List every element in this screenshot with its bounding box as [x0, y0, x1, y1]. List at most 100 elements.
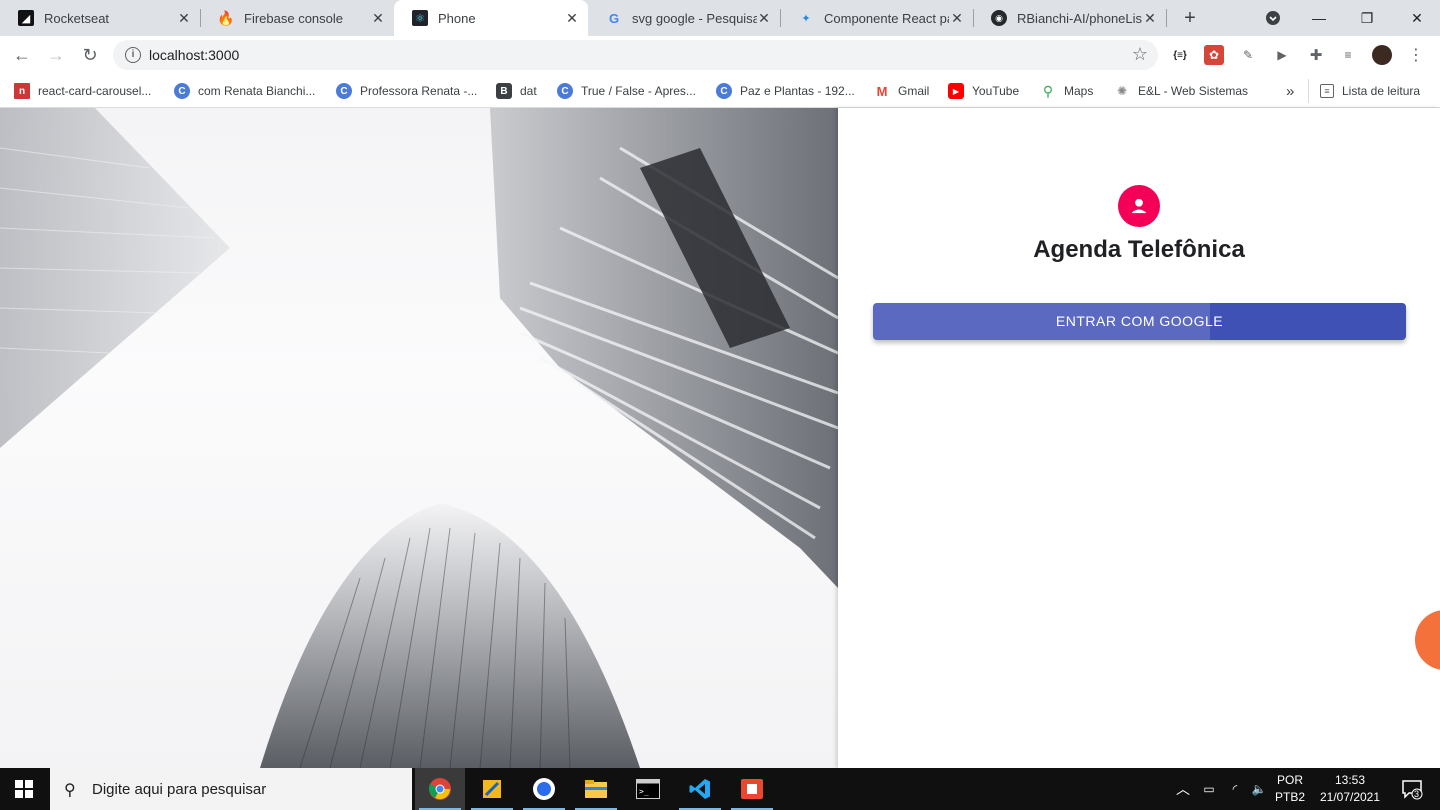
media-control-icon[interactable]: ≡: [1338, 45, 1358, 65]
address-bar[interactable]: i localhost:3000 ☆: [113, 40, 1158, 70]
bookmark-label: dat: [520, 84, 537, 98]
colorzilla-extension-icon[interactable]: ✿: [1204, 45, 1224, 65]
c-icon: C: [174, 83, 190, 99]
keyboard-layout: PTB2: [1274, 790, 1305, 804]
bookmark-label: com Renata Bianchi...: [198, 84, 316, 98]
skyscrapers-background-image: [0, 108, 838, 768]
language-indicator[interactable]: POR PTB2: [1272, 768, 1308, 810]
login-panel: Agenda Telefônica ENTRAR COM GOOGLE: [838, 108, 1440, 768]
forward-arrow-icon[interactable]: →: [44, 43, 68, 67]
close-icon[interactable]: ✕: [564, 10, 580, 26]
tab-rocketseat[interactable]: ◢ Rocketseat ✕: [0, 0, 200, 36]
url-text[interactable]: localhost:3000: [149, 47, 239, 63]
windows-taskbar: ⚲ Digite aqui para pesquisar >_ ︿ ▭ ◜ 🔈 …: [0, 768, 1440, 810]
el-icon: ✺: [1116, 84, 1128, 98]
bookmark-label: Paz e Plantas - 192...: [740, 84, 855, 98]
back-arrow-icon[interactable]: ←: [10, 43, 34, 67]
bookmark-maps[interactable]: ⚲ Maps: [1040, 81, 1093, 101]
tab-title: Phone: [438, 10, 476, 26]
vscode-taskbar-icon[interactable]: [675, 768, 725, 810]
c-icon: C: [336, 83, 352, 99]
bookmark-true-false[interactable]: C True / False - Apres...: [557, 81, 696, 101]
bookmark-el-web-sistemas[interactable]: ✺ E&L - Web Sistemas: [1114, 81, 1248, 101]
reading-list-button[interactable]: ≡ Lista de leitura: [1320, 81, 1420, 101]
video-extension-icon[interactable]: ▶: [1272, 45, 1292, 65]
json-viewer-extension-icon[interactable]: {≡}: [1170, 45, 1190, 65]
tab-phone[interactable]: ⚛ Phone ✕: [394, 0, 588, 36]
profile-avatar[interactable]: [1372, 45, 1392, 65]
tab-firebase[interactable]: 🔥 Firebase console ✕: [200, 0, 394, 36]
tab-title: Firebase console: [244, 10, 343, 26]
bookmark-gmail[interactable]: M Gmail: [874, 81, 930, 101]
eyedropper-extension-icon[interactable]: ✎: [1238, 45, 1258, 65]
tab-google-search[interactable]: G svg google - Pesquisa ✕: [588, 0, 780, 36]
close-icon[interactable]: ✕: [949, 10, 965, 26]
file-explorer-taskbar-icon[interactable]: [571, 768, 621, 810]
search-placeholder: Digite aqui para pesquisar: [92, 780, 267, 798]
notification-count: 3: [1414, 789, 1420, 799]
window-close-icon[interactable]: ✕: [1394, 0, 1440, 36]
rocketseat-icon: ◢: [18, 10, 34, 26]
more-menu-icon[interactable]: ⋮: [1406, 45, 1426, 65]
youtube-icon: ▶: [948, 83, 964, 99]
extensions-puzzle-icon[interactable]: ✚: [1306, 45, 1326, 65]
c-icon: C: [716, 83, 732, 99]
pencil-app-taskbar-icon[interactable]: [467, 768, 517, 810]
restore-icon[interactable]: ❐: [1344, 0, 1390, 36]
tab-search-icon[interactable]: [1250, 0, 1296, 36]
minimize-icon[interactable]: —: [1296, 0, 1342, 36]
bookmarks-bar: n react-card-carousel... C com Renata Bi…: [0, 74, 1440, 108]
bookmark-label: react-card-carousel...: [38, 84, 152, 98]
screen-recorder-taskbar-icon[interactable]: [727, 768, 777, 810]
bookmark-label: Gmail: [898, 84, 930, 98]
tab-title: Componente React pa: [824, 10, 949, 26]
bookmark-label: Maps: [1064, 84, 1094, 98]
firebase-icon: 🔥: [217, 9, 235, 26]
close-icon[interactable]: ✕: [370, 10, 386, 26]
windows-start-icon[interactable]: [0, 768, 48, 810]
language-code: POR: [1276, 773, 1303, 787]
page-title: Agenda Telefônica: [1033, 236, 1245, 263]
bookmark-star-icon[interactable]: ☆: [1132, 44, 1148, 65]
bookmark-label: YouTube: [972, 84, 1020, 98]
browser-tab-strip: ◢ Rocketseat ✕ 🔥 Firebase console ✕ ⚛ Ph…: [0, 0, 1440, 36]
bookmark-react-card-carousel[interactable]: n react-card-carousel...: [14, 81, 151, 101]
floating-action-button[interactable]: [1415, 610, 1440, 670]
signal-app-taskbar-icon[interactable]: [519, 768, 569, 810]
close-icon[interactable]: ✕: [1142, 10, 1158, 26]
bookmark-youtube[interactable]: ▶ YouTube: [948, 81, 1019, 101]
svg-text:>_: >_: [639, 787, 649, 796]
reload-icon[interactable]: ↻: [78, 43, 102, 67]
google-login-button[interactable]: ENTRAR COM GOOGLE: [873, 303, 1406, 340]
taskbar-search-box[interactable]: ⚲ Digite aqui para pesquisar: [50, 768, 412, 810]
show-hidden-icons-chevron-icon[interactable]: ︿: [1172, 768, 1194, 810]
bookmark-renata-bianchi[interactable]: C com Renata Bianchi...: [174, 81, 315, 101]
notification-center-icon[interactable]: 3: [1392, 768, 1432, 810]
bookmark-label: True / False - Apres...: [581, 84, 696, 98]
close-icon[interactable]: ✕: [176, 10, 192, 26]
bookmarks-overflow-chevron-icon[interactable]: »: [1286, 81, 1294, 101]
b-icon: B: [496, 83, 512, 99]
battery-icon[interactable]: ▭: [1198, 768, 1220, 810]
tab-componente-react[interactable]: ✦ Componente React pa ✕: [780, 0, 973, 36]
reading-list-label: Lista de leitura: [1342, 84, 1421, 98]
google-icon: G: [608, 10, 620, 26]
bookmark-professora-renata[interactable]: C Professora Renata -...: [336, 81, 477, 101]
browser-toolbar: ← → ↻ i localhost:3000 ☆ {≡} ✿ ✎ ▶ ✚ ≡ ⋮: [0, 36, 1440, 74]
site-info-icon[interactable]: i: [125, 47, 141, 63]
new-tab-plus-icon[interactable]: +: [1180, 8, 1200, 28]
wifi-icon[interactable]: ◜: [1224, 768, 1246, 810]
tab-github[interactable]: ◉ RBianchi-AI/phoneList ✕: [973, 0, 1166, 36]
clock[interactable]: 13:53 21/07/2021: [1312, 768, 1388, 810]
person-avatar-icon: [1118, 185, 1160, 227]
bookmark-dat[interactable]: B dat: [496, 81, 537, 101]
clock-date: 21/07/2021: [1319, 790, 1381, 804]
close-icon[interactable]: ✕: [756, 10, 772, 26]
search-icon: ⚲: [64, 782, 76, 799]
terminal-taskbar-icon[interactable]: >_: [623, 768, 673, 810]
react-icon: ⚛: [412, 10, 428, 26]
bookmark-paz-e-plantas[interactable]: C Paz e Plantas - 192...: [716, 81, 855, 101]
bookmarks-divider: [1308, 79, 1309, 103]
chrome-taskbar-icon[interactable]: [415, 768, 465, 810]
volume-icon[interactable]: 🔈: [1248, 768, 1270, 810]
